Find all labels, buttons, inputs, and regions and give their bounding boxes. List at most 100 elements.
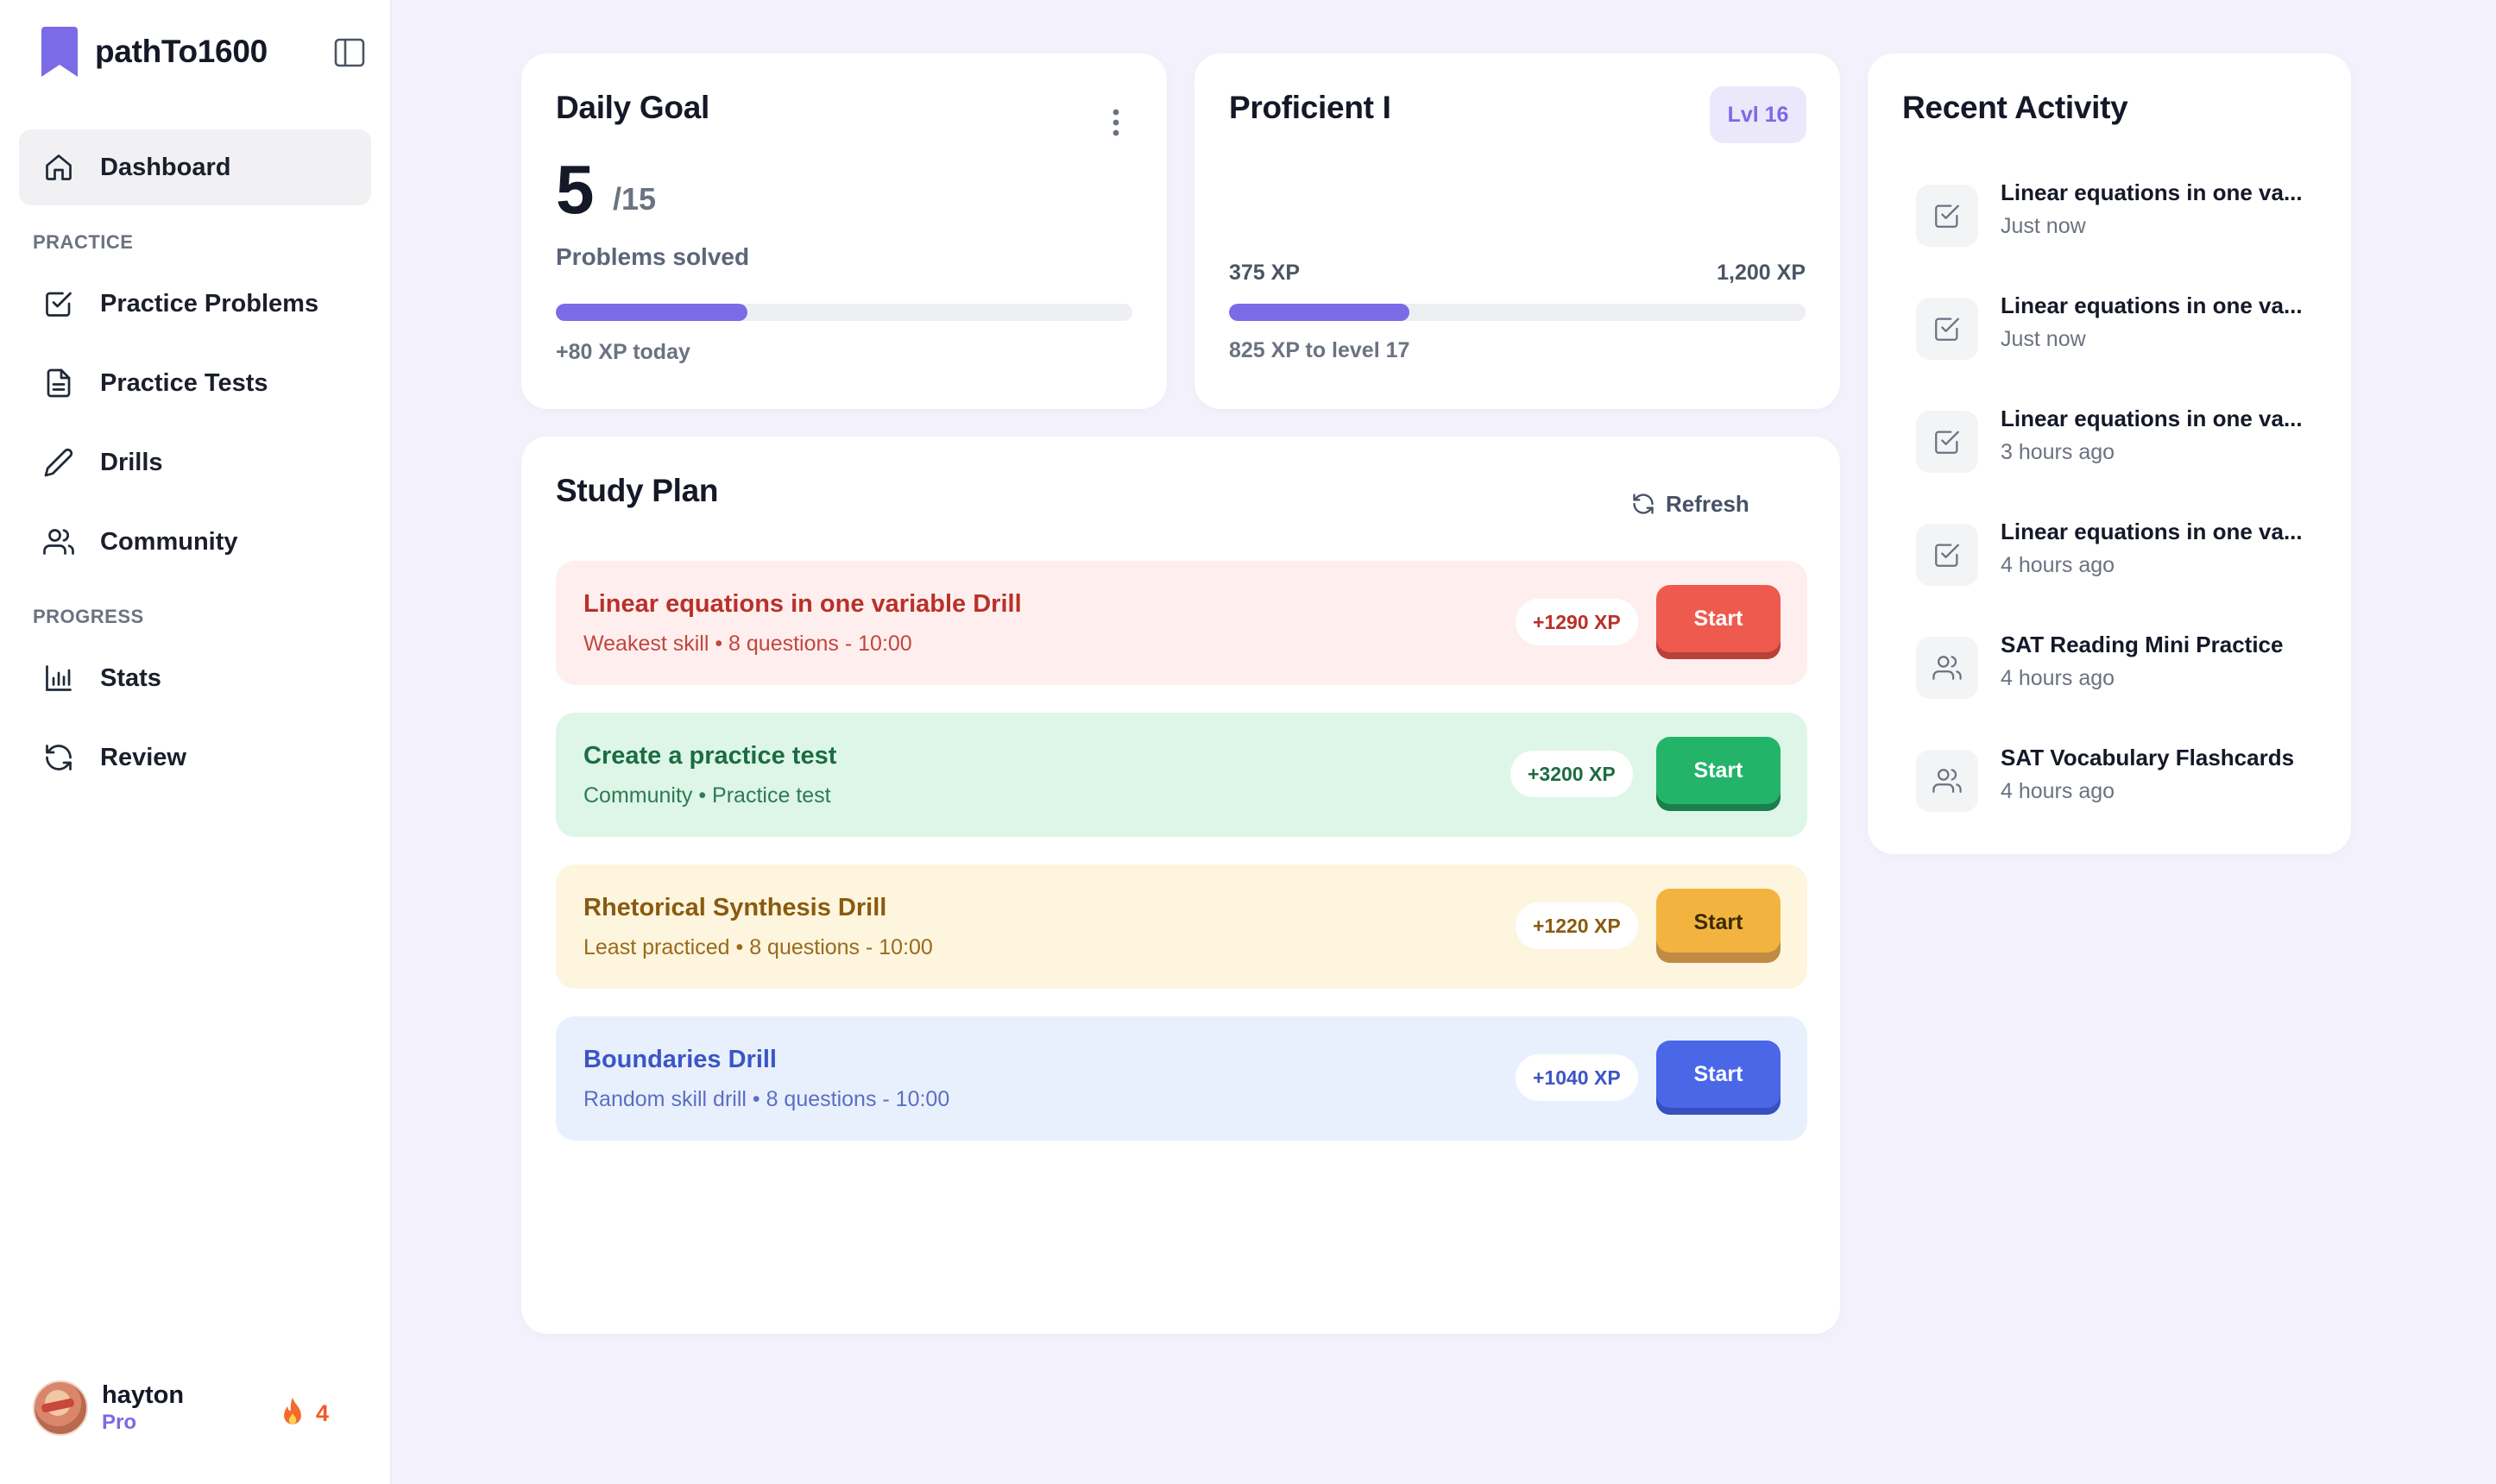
- streak-count: 4: [316, 1399, 330, 1426]
- goal-total: /15: [613, 181, 657, 217]
- activity-icon-box: [1916, 298, 1978, 360]
- streak-indicator: 4: [278, 1396, 329, 1431]
- daily-goal-card: Daily Goal 5 /15 Problems solved +80 XP …: [521, 53, 1167, 409]
- app-name: pathTo1600: [95, 34, 268, 69]
- study-plan-item[interactable]: Boundaries Drill Random skill drill • 8 …: [556, 1016, 1807, 1141]
- home-icon: [46, 154, 72, 180]
- sidebar-toggle-icon[interactable]: [333, 36, 366, 69]
- flame-icon: [284, 1397, 301, 1424]
- activity-item[interactable]: SAT Vocabulary Flashcards 4 hours ago: [1902, 745, 2316, 814]
- sidebar-item-practice-problems[interactable]: Practice Problems: [19, 266, 371, 342]
- plan-item-subtitle: Random skill drill • 8 questions - 10:00: [583, 1087, 950, 1111]
- avatar: [33, 1380, 88, 1436]
- sidebar-item-practice-tests[interactable]: Practice Tests: [19, 345, 371, 421]
- goal-progress-bar: [556, 304, 1132, 321]
- section-progress: PROGRESS: [33, 606, 144, 627]
- level-progress-fill: [1229, 304, 1409, 321]
- refresh-button[interactable]: Refresh: [1631, 481, 1749, 526]
- start-button[interactable]: Start: [1656, 737, 1781, 811]
- activity-title: Linear equations in one va...: [2001, 292, 2303, 318]
- start-button[interactable]: Start: [1656, 585, 1781, 659]
- plan-item-title: Linear equations in one variable Drill: [583, 590, 1022, 618]
- activity-item[interactable]: Linear equations in one va... 4 hours ag…: [1902, 519, 2316, 588]
- sidebar-item-community[interactable]: Community: [19, 504, 371, 580]
- checkbox-icon: [1935, 431, 1959, 454]
- level-progress-bar: [1229, 304, 1806, 321]
- refresh-icon: [46, 745, 72, 770]
- user-name: hayton: [102, 1381, 185, 1409]
- activity-title: SAT Reading Mini Practice: [2001, 632, 2284, 657]
- goal-progress-fill: [556, 304, 748, 321]
- card-title: Study Plan: [556, 473, 719, 508]
- level-badge: Lvl 16: [1710, 86, 1806, 143]
- sidebar: pathTo1600 Dashboard PRACTICE Practice P…: [0, 0, 392, 1484]
- plan-item-title: Boundaries Drill: [583, 1046, 777, 1073]
- plan-item-subtitle: Least practiced • 8 questions - 10:00: [583, 935, 933, 959]
- xp-reward-badge: +3200 XP: [1510, 751, 1633, 797]
- sidebar-item-drills[interactable]: Drills: [19, 424, 371, 500]
- sidebar-item-label: Dashboard: [100, 153, 231, 181]
- activity-item[interactable]: Linear equations in one va... 3 hours ag…: [1902, 406, 2316, 475]
- checkbox-icon: [1935, 318, 1959, 341]
- card-title: Proficient I: [1229, 90, 1391, 125]
- sidebar-item-review[interactable]: Review: [19, 720, 371, 795]
- study-plan-item[interactable]: Create a practice test Community • Pract…: [556, 713, 1807, 837]
- bookmark-logo-icon: [41, 27, 78, 77]
- plan-item-title: Rhetorical Synthesis Drill: [583, 894, 887, 921]
- activity-title: Linear equations in one va...: [2001, 179, 2303, 205]
- users-icon: [1932, 656, 1962, 680]
- sidebar-item-stats[interactable]: Stats: [19, 640, 371, 716]
- bar-chart-icon: [46, 665, 72, 691]
- card-title: Recent Activity: [1902, 90, 2128, 125]
- activity-time: 4 hours ago: [2001, 666, 2115, 690]
- activity-item[interactable]: Linear equations in one va... Just now: [1902, 179, 2316, 248]
- activity-icon-box: [1916, 637, 1978, 699]
- activity-time: Just now: [2001, 327, 2086, 351]
- activity-title: Linear equations in one va...: [2001, 406, 2303, 431]
- plan-item-subtitle: Community • Practice test: [583, 783, 831, 808]
- xp-today: +80 XP today: [556, 340, 690, 364]
- users-icon: [43, 529, 74, 555]
- activity-icon-box: [1916, 185, 1978, 247]
- activity-icon-box: [1916, 524, 1978, 586]
- plan-item-title: Create a practice test: [583, 742, 837, 770]
- brand[interactable]: pathTo1600: [41, 26, 268, 78]
- section-practice: PRACTICE: [33, 231, 134, 253]
- refresh-label: Refresh: [1666, 490, 1749, 517]
- activity-icon-box: [1916, 411, 1978, 473]
- study-plan-card: Study Plan Refresh Linear equations in o…: [521, 437, 1840, 1334]
- activity-item[interactable]: Linear equations in one va... Just now: [1902, 292, 2316, 362]
- sidebar-item-dashboard[interactable]: Dashboard: [19, 129, 371, 205]
- level-card: Proficient I Lvl 16 375 XP 1,200 XP 825 …: [1194, 53, 1840, 409]
- sidebar-item-label: Drills: [100, 448, 163, 476]
- sidebar-item-label: Stats: [100, 663, 161, 692]
- goal-solved-count: 5: [556, 151, 595, 228]
- activity-time: Just now: [2001, 214, 2086, 238]
- sidebar-item-label: Practice Tests: [100, 368, 268, 397]
- next-level-xp: 1,200 XP: [1717, 261, 1806, 285]
- checkbox-icon: [1935, 544, 1959, 567]
- recent-activity-card: Recent Activity Linear equations in one …: [1868, 53, 2351, 854]
- sidebar-item-label: Practice Problems: [100, 289, 319, 318]
- start-button[interactable]: Start: [1656, 1041, 1781, 1115]
- start-button[interactable]: Start: [1656, 889, 1781, 963]
- activity-icon-box: [1916, 750, 1978, 812]
- activity-time: 3 hours ago: [2001, 440, 2115, 464]
- pencil-icon: [44, 448, 73, 477]
- sidebar-item-label: Review: [100, 743, 186, 771]
- xp-reward-badge: +1040 XP: [1516, 1054, 1638, 1101]
- study-plan-item[interactable]: Linear equations in one variable Drill W…: [556, 561, 1807, 685]
- document-icon: [47, 368, 71, 398]
- plan-item-subtitle: Weakest skill • 8 questions - 10:00: [583, 632, 912, 656]
- refresh-icon: [1633, 494, 1654, 514]
- sidebar-item-label: Community: [100, 527, 238, 556]
- study-plan-item[interactable]: Rhetorical Synthesis Drill Least practic…: [556, 865, 1807, 989]
- checkbox-icon: [1935, 204, 1959, 228]
- xp-reward-badge: +1290 XP: [1516, 599, 1638, 645]
- card-title: Daily Goal: [556, 90, 709, 125]
- activity-item[interactable]: SAT Reading Mini Practice 4 hours ago: [1902, 632, 2316, 701]
- checkbox-icon: [46, 292, 72, 317]
- more-options-icon[interactable]: [1103, 98, 1129, 143]
- user-profile[interactable]: hayton Pro: [33, 1380, 184, 1436]
- activity-time: 4 hours ago: [2001, 553, 2115, 577]
